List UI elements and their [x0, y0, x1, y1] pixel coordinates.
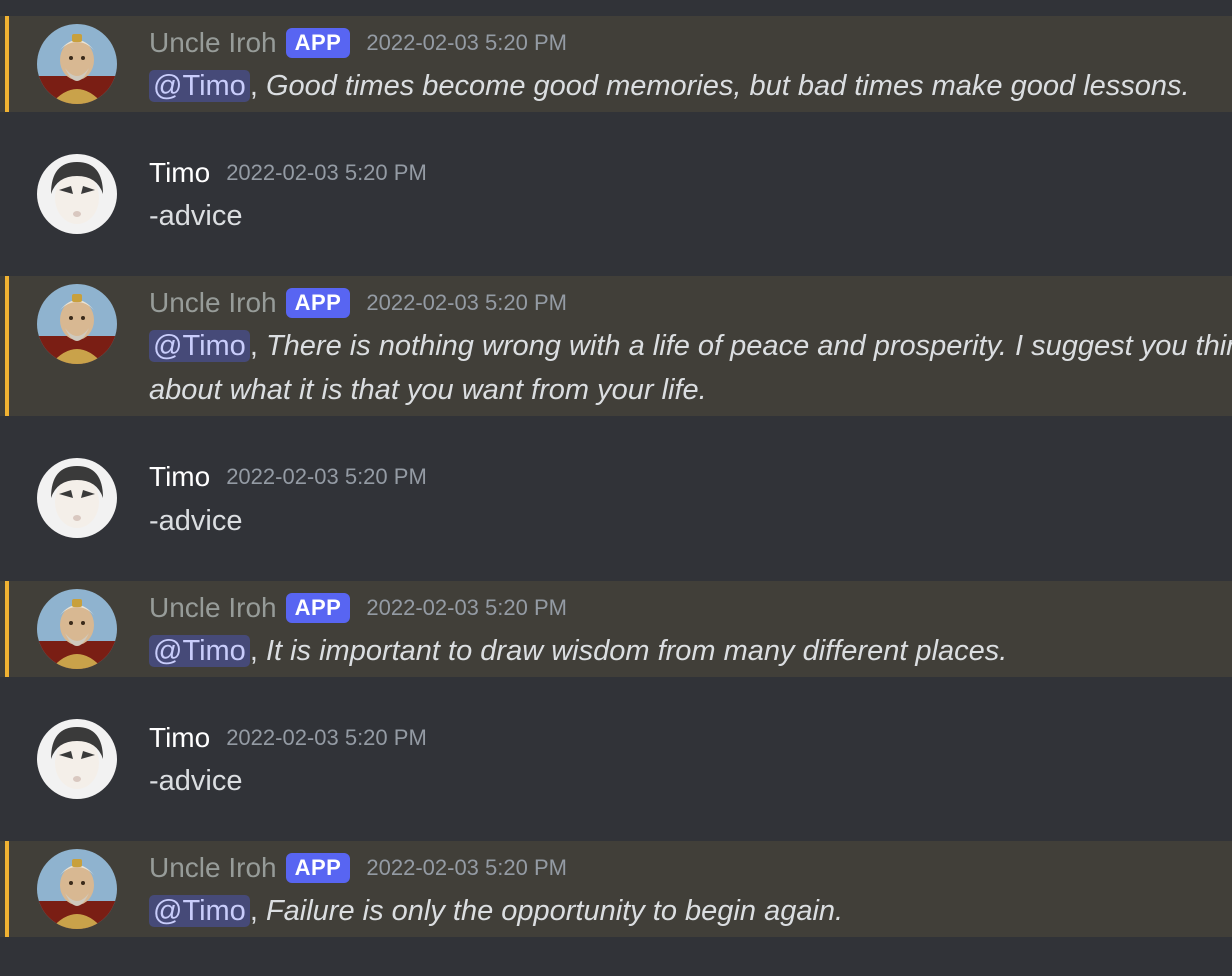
uncle-iroh-avatar-icon[interactable]: [37, 849, 117, 929]
mention-separator: ,: [249, 330, 258, 362]
message-content: @Timo, Failure is only the opportunity t…: [149, 889, 1232, 933]
message-text: -advice: [149, 505, 243, 537]
message-content: -advice: [149, 194, 1232, 238]
message-timestamp: 2022-02-03 5:20 PM: [226, 464, 427, 489]
message-content: @Timo, Good times become good memories, …: [149, 64, 1232, 108]
app-badge: APP: [285, 288, 351, 318]
message-text: -advice: [149, 765, 243, 797]
app-badge: APP: [285, 593, 351, 623]
message-author[interactable]: Timo: [149, 461, 210, 493]
message-item[interactable]: Timo 2022-02-03 5:20 PM -advice: [0, 450, 1232, 550]
uncle-iroh-avatar-icon[interactable]: [37, 284, 117, 364]
message-author[interactable]: Timo: [149, 722, 210, 754]
message-timestamp: 2022-02-03 5:20 PM: [366, 30, 567, 55]
message-text: It is important to draw wisdom from many…: [265, 635, 1008, 667]
message-text: Failure is only the opportunity to begin…: [265, 895, 844, 927]
message-item[interactable]: Uncle Iroh APP 2022-02-03 5:20 PM @Timo,…: [0, 276, 1232, 416]
app-badge: APP: [285, 28, 351, 58]
user-mention[interactable]: @Timo: [149, 895, 250, 927]
message-text: Good times become good memories, but bad…: [265, 70, 1190, 102]
message-timestamp: 2022-02-03 5:20 PM: [366, 290, 567, 315]
message-author[interactable]: Timo: [149, 157, 210, 189]
uncle-iroh-avatar-icon[interactable]: [37, 24, 117, 104]
message-text: -advice: [149, 200, 243, 232]
message-timestamp: 2022-02-03 5:20 PM: [226, 160, 427, 185]
message-author[interactable]: Uncle Iroh: [149, 27, 277, 59]
mention-separator: ,: [249, 70, 258, 102]
user-mention[interactable]: @Timo: [149, 70, 250, 102]
message-item[interactable]: Uncle Iroh APP 2022-02-03 5:20 PM @Timo,…: [0, 841, 1232, 937]
timo-avatar-icon[interactable]: [37, 458, 117, 538]
message-author[interactable]: Uncle Iroh: [149, 287, 277, 319]
message-timestamp: 2022-02-03 5:20 PM: [366, 855, 567, 880]
message-content: -advice: [149, 499, 1232, 543]
message-content: -advice: [149, 759, 1232, 803]
mention-separator: ,: [249, 635, 258, 667]
message-item[interactable]: Timo 2022-02-03 5:20 PM -advice: [0, 711, 1232, 811]
user-mention[interactable]: @Timo: [149, 330, 250, 362]
user-mention[interactable]: @Timo: [149, 635, 250, 667]
message-item[interactable]: Uncle Iroh APP 2022-02-03 5:20 PM @Timo,…: [0, 581, 1232, 677]
message-item[interactable]: Uncle Iroh APP 2022-02-03 5:20 PM @Timo,…: [0, 16, 1232, 112]
message-content: @Timo, There is nothing wrong with a lif…: [149, 324, 1232, 412]
mention-separator: ,: [249, 895, 258, 927]
message-timestamp: 2022-02-03 5:20 PM: [226, 725, 427, 750]
message-timestamp: 2022-02-03 5:20 PM: [366, 595, 567, 620]
timo-avatar-icon[interactable]: [37, 719, 117, 799]
app-badge: APP: [285, 853, 351, 883]
message-content: @Timo, It is important to draw wisdom fr…: [149, 629, 1232, 673]
timo-avatar-icon[interactable]: [37, 154, 117, 234]
message-author[interactable]: Uncle Iroh: [149, 852, 277, 884]
uncle-iroh-avatar-icon[interactable]: [37, 589, 117, 669]
message-text: There is nothing wrong with a life of pe…: [149, 330, 1232, 406]
message-item[interactable]: Timo 2022-02-03 5:20 PM -advice: [0, 146, 1232, 246]
message-author[interactable]: Uncle Iroh: [149, 592, 277, 624]
